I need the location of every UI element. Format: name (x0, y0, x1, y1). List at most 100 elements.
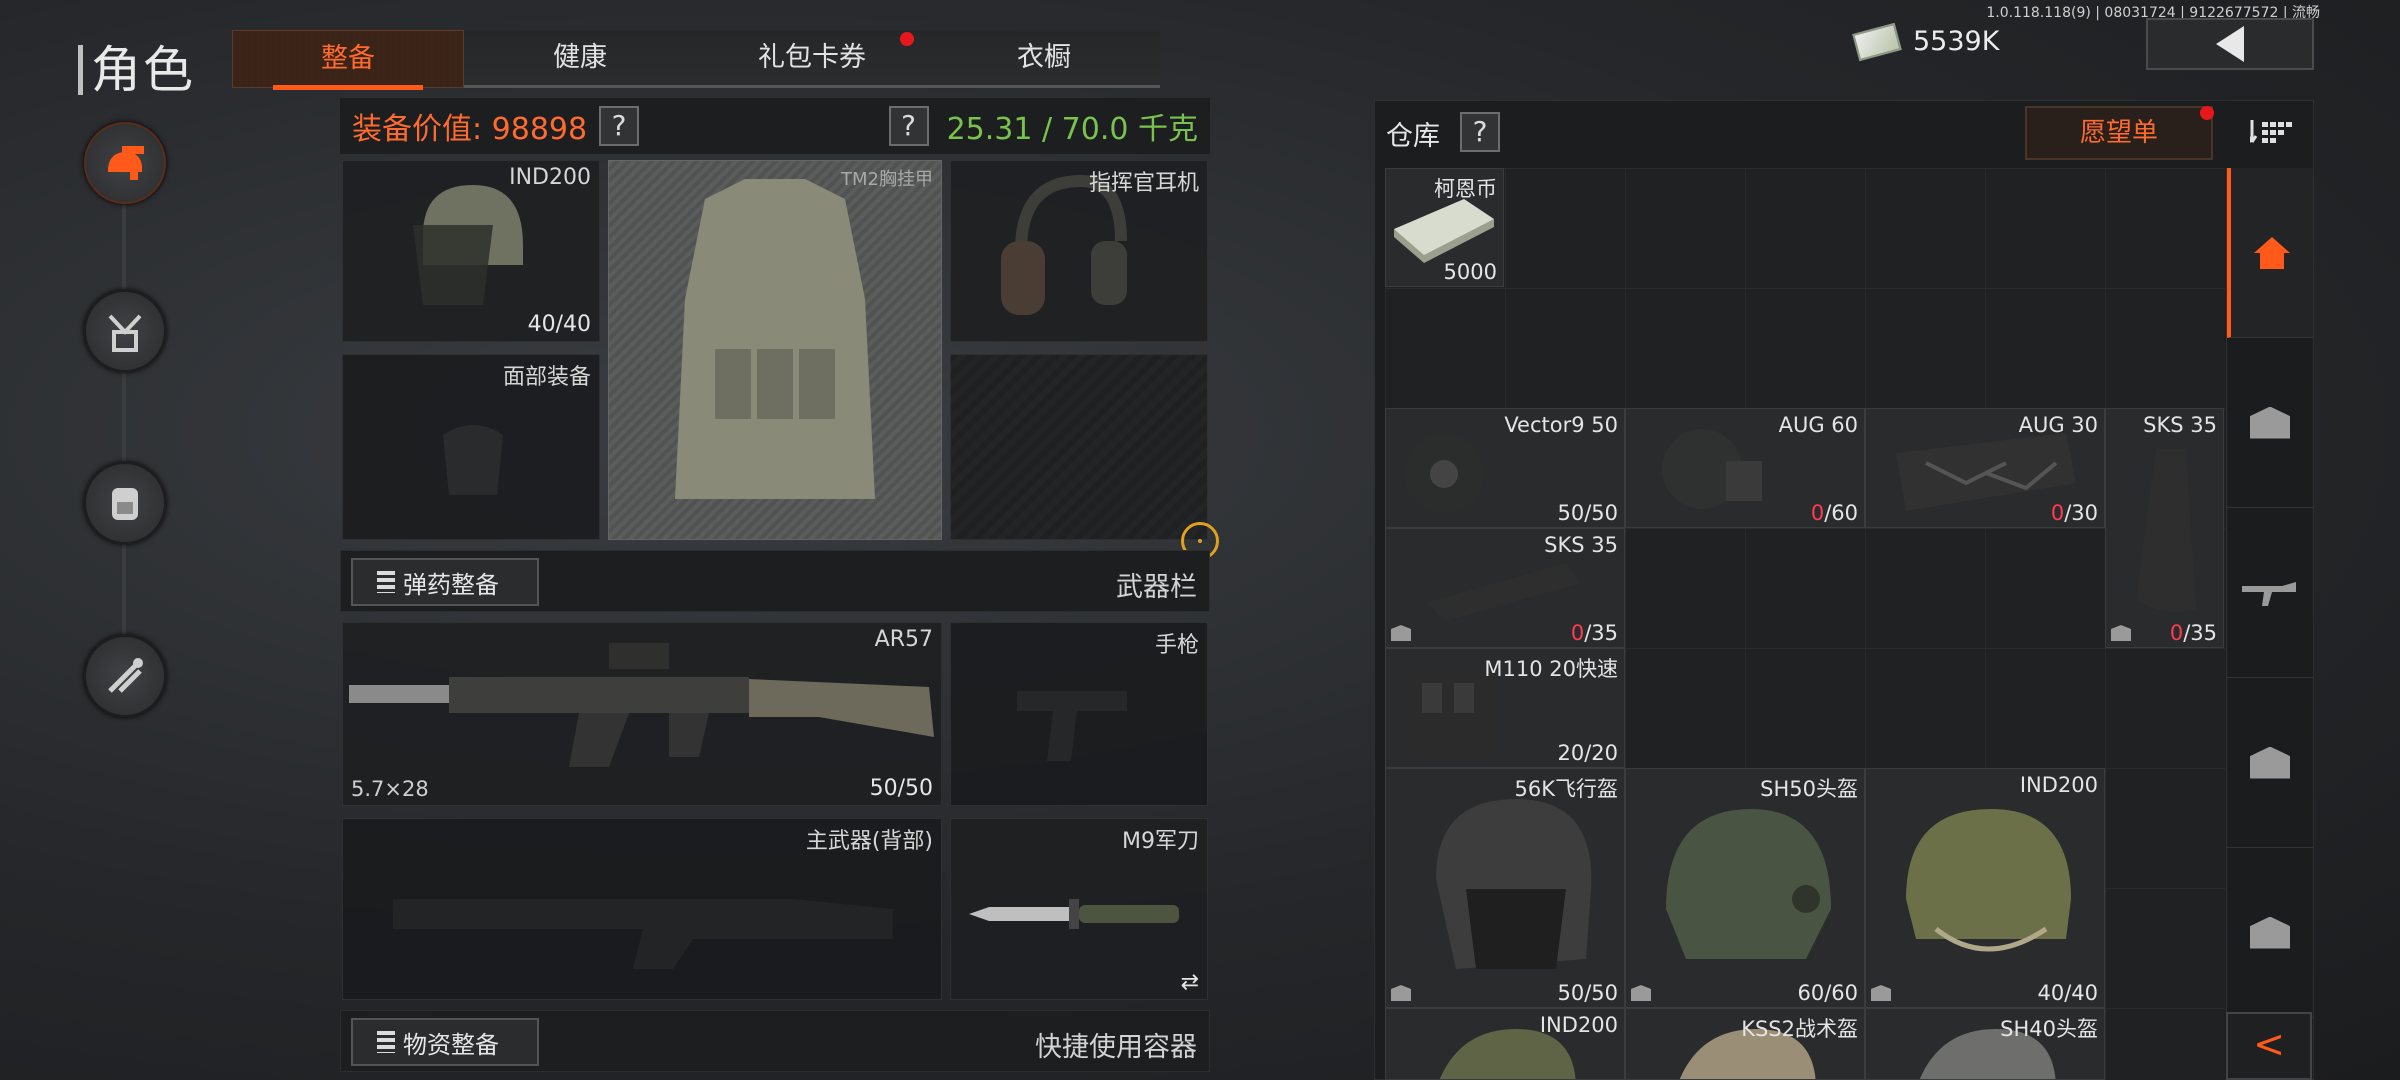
warehouse-item-mag[interactable]: AUG 60 0/60 (1625, 408, 1865, 528)
ammo-loadout-button[interactable]: 弹药整备 (351, 558, 539, 606)
magazine-icon (2136, 449, 2196, 613)
wishlist-badge (2200, 106, 2214, 120)
tab-label: 健康 (553, 42, 607, 73)
warehouse-item-mag[interactable]: AUG 30 0/30 (1865, 408, 2105, 528)
armor-vest-slot[interactable]: TM2胸挂甲 (608, 160, 942, 540)
title-bar-decoration (78, 45, 83, 95)
gear-loadout-icon (108, 146, 144, 180)
top-tabs: 整备 健康 礼包卡券 衣橱 (232, 30, 1160, 90)
primary-weapon-name: AR57 (874, 627, 933, 652)
page-title: 角色 (78, 30, 195, 102)
tab-label: 整备 (321, 43, 375, 74)
side-tab-storage-2[interactable] (2227, 678, 2313, 848)
item-name: KSS2战术盔 (1741, 1017, 1858, 1041)
swap-icon[interactable]: ⇄ (1181, 970, 1199, 995)
warehouse-item-mag[interactable]: SKS 35 0/35 (2105, 408, 2224, 648)
headset-slot[interactable]: 指挥官耳机 (950, 160, 1208, 342)
wishlist-button[interactable]: 愿望单 (2025, 106, 2213, 160)
supply-loadout-button[interactable]: 物资整备 (351, 1018, 539, 1066)
warehouse-item-mag[interactable]: SKS 35 0/35 (1385, 528, 1625, 648)
storage-box-icon (2250, 406, 2290, 439)
vest-name: TM2胸挂甲 (841, 169, 933, 190)
helmet-slot[interactable]: IND200 40/40 (342, 160, 600, 342)
item-count-current: 0 (1810, 501, 1825, 525)
warehouse-item-helmet[interactable]: SH40头盔 (1865, 1008, 2105, 1080)
side-tab-storage-1[interactable] (2227, 338, 2313, 508)
tab-label: 礼包卡券 (758, 42, 866, 73)
tab-wardrobe[interactable]: 衣橱 (928, 30, 1160, 88)
knife-icon (969, 899, 1179, 929)
sort-icon[interactable] (2250, 118, 2294, 146)
nav-connector-line (122, 160, 126, 690)
carry-weight: 25.31 / 70.0 千克 (946, 112, 1198, 147)
nav-tools-button[interactable] (84, 635, 166, 717)
item-name: SH50头盔 (1760, 777, 1858, 801)
equipment-header: 装备价值: 98898 ? ? 25.31 / 70.0 千克 (340, 98, 1210, 154)
weapon-section-title: 武器栏 (1116, 572, 1197, 603)
warehouse-item-helmet[interactable]: IND200 40/40 (1865, 768, 2105, 1008)
tab-gift-vouchers[interactable]: 礼包卡券 (696, 30, 928, 88)
vest-icon (675, 179, 875, 499)
item-count: 0/30 (2051, 501, 2098, 525)
warehouse-item-mag[interactable]: M110 20快速 20/20 (1385, 648, 1625, 768)
primary-weapon-slot[interactable]: AR57 5.7×28 50/50 (342, 622, 942, 806)
helmet-icon (1666, 809, 1831, 959)
item-count: 5000 (1443, 260, 1497, 284)
item-name: AUG 60 (1778, 413, 1858, 437)
drum-mag-icon (1662, 429, 1762, 509)
storage-box-icon (2250, 746, 2290, 779)
weight-help-button[interactable]: ? (888, 106, 929, 146)
supply-loadout-label: 物资整备 (403, 1030, 499, 1059)
pistol-slot-label: 手枪 (1154, 633, 1199, 658)
item-count-max: /30 (2064, 501, 2098, 525)
warehouse-item-helmet[interactable]: IND200 (1385, 1008, 1625, 1080)
currency-amount: 5539K (1913, 26, 2000, 57)
side-tab-storage-3[interactable] (2227, 848, 2313, 1018)
warehouse-item-helmet[interactable]: SH50头盔 60/60 (1625, 768, 1865, 1008)
side-tab-home[interactable] (2227, 168, 2313, 338)
warehouse-grid: 柯恩币 5000 Vector9 50 50/50 AUG 60 0/60 AU… (1385, 168, 2225, 1080)
tab-label: 衣橱 (1017, 42, 1071, 73)
nav-loadout-button[interactable] (84, 122, 166, 204)
home-icon (2254, 236, 2290, 269)
weapon-section-bar: 弹药整备 武器栏 (340, 550, 1210, 612)
pistol-slot[interactable]: 手枪 (950, 622, 1208, 806)
box-icon (2111, 625, 2131, 641)
tab-loadout[interactable]: 整备 (232, 30, 464, 90)
side-tab-weapons[interactable] (2227, 508, 2313, 678)
back-arrow-icon (2216, 26, 2244, 62)
item-count: 40/40 (2037, 981, 2098, 1005)
item-count: 50/50 (1557, 981, 1618, 1005)
back-button[interactable] (2146, 18, 2314, 70)
warehouse-side-tabs (2226, 168, 2313, 1080)
page-title-text: 角色 (91, 41, 195, 99)
primary-weapon-ammo: 50/50 (869, 776, 933, 801)
tools-icon (108, 658, 143, 693)
nav-parachute-button[interactable] (84, 290, 166, 372)
supplies-icon (377, 1031, 395, 1053)
item-count: 0/60 (1811, 501, 1858, 525)
nav-backpack-button[interactable] (84, 462, 166, 544)
ammo-loadout-label: 弹药整备 (403, 570, 499, 599)
warehouse-item-helmet[interactable]: KSS2战术盔 (1625, 1008, 1865, 1080)
warehouse-item-helmet[interactable]: 56K飞行盔 50/50 (1385, 768, 1625, 1008)
item-count: 50/50 (1557, 501, 1618, 525)
warehouse-help-button[interactable]: ? (1460, 112, 1500, 152)
container-section-title: 快捷使用容器 (1035, 1032, 1197, 1063)
face-gear-slot[interactable]: 面部装备 (342, 354, 600, 540)
face-mask-icon (443, 425, 503, 495)
empty-slot[interactable] (950, 354, 1208, 540)
headset-name: 指挥官耳机 (1088, 171, 1199, 196)
pistol-icon (1017, 691, 1127, 761)
warehouse-item-coins[interactable]: 柯恩币 5000 (1385, 168, 1504, 287)
tab-health[interactable]: 健康 (464, 30, 696, 88)
rifle-silhouette-icon (393, 899, 893, 969)
back-weapon-slot[interactable]: 主武器(背部) (342, 818, 942, 1000)
collapse-panel-button[interactable]: < (2226, 1012, 2312, 1080)
equipment-help-button[interactable]: ? (599, 106, 640, 146)
item-count-current: 0 (2050, 501, 2065, 525)
warehouse-item-mag[interactable]: Vector9 50 50/50 (1385, 408, 1625, 528)
item-count-max: /60 (1824, 501, 1858, 525)
knife-slot[interactable]: M9军刀 ⇄ (950, 818, 1208, 1000)
equipment-value: 装备价值: 98898 (352, 112, 588, 147)
